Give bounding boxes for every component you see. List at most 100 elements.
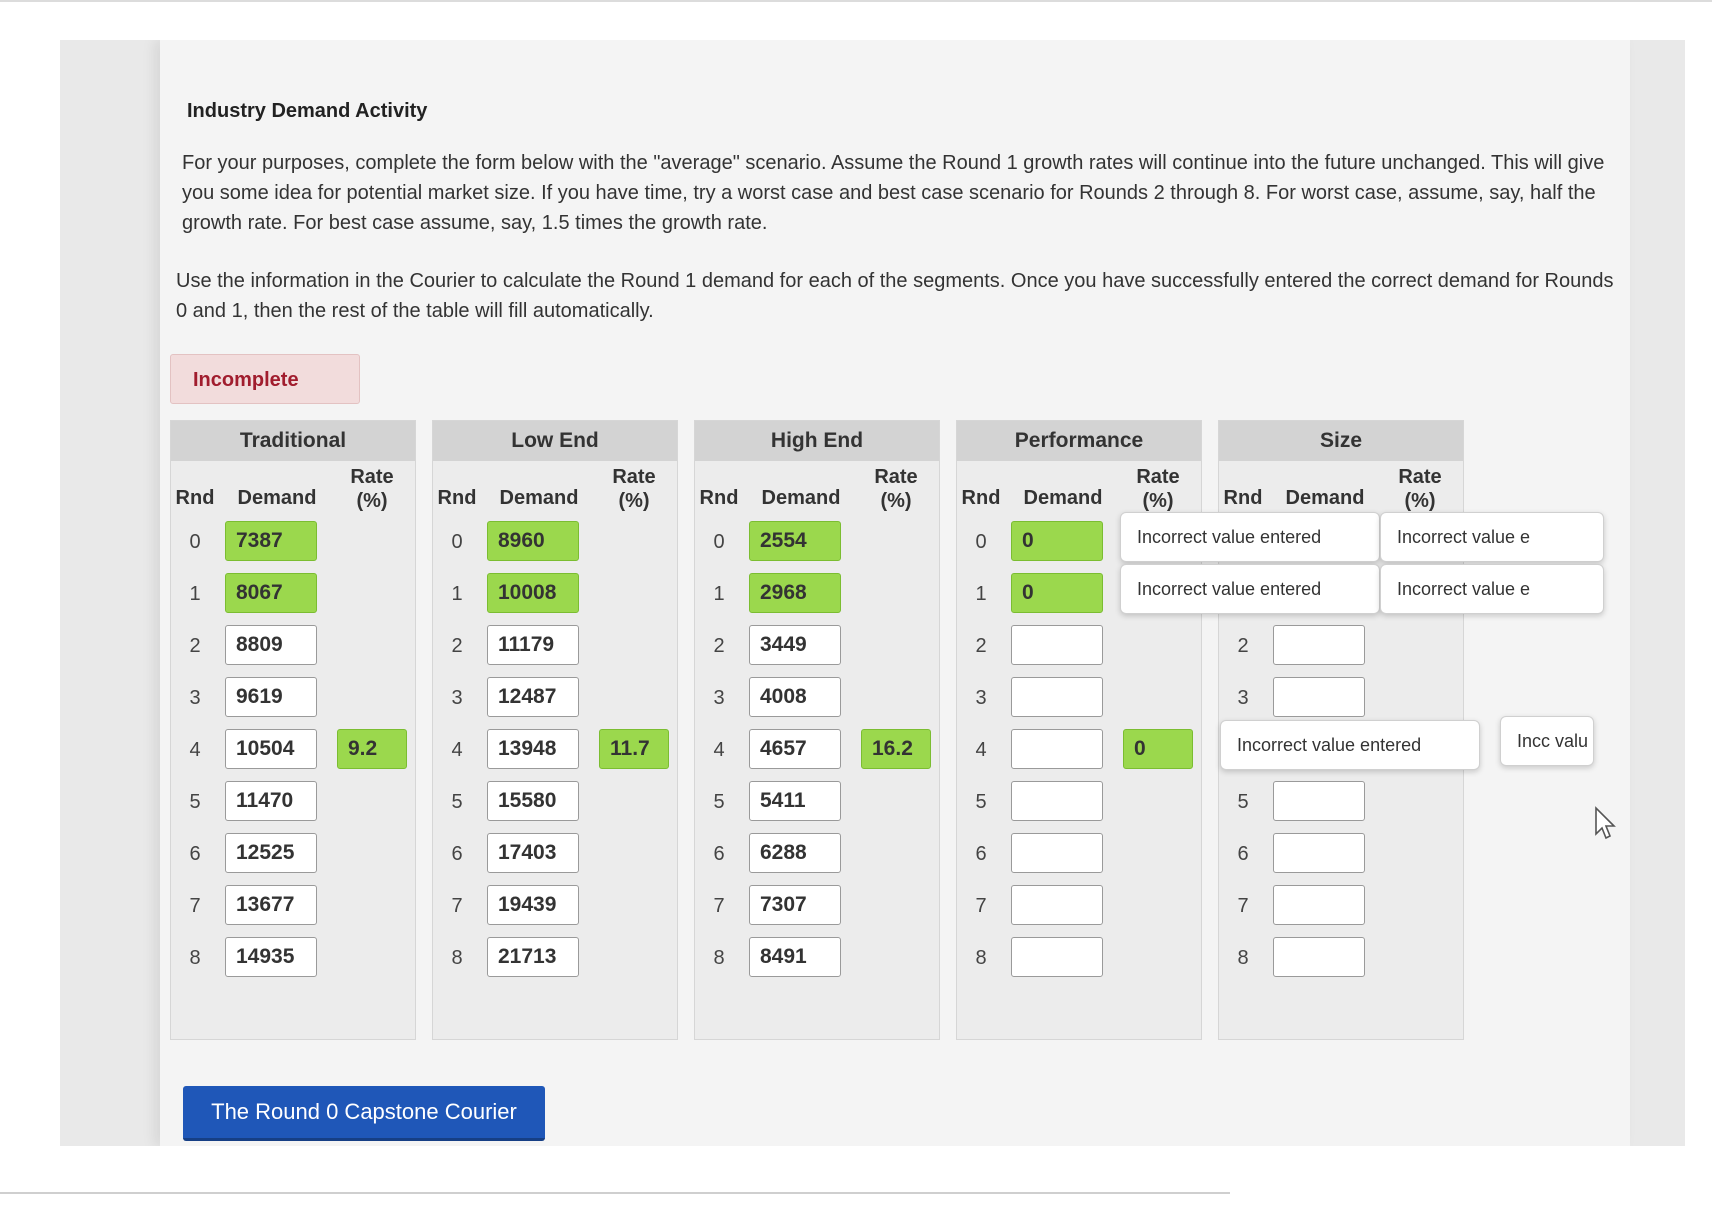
demand-input[interactable]: 7307: [749, 885, 841, 925]
rnd-header: Rnd: [1223, 487, 1263, 509]
demand-input[interactable]: [1011, 625, 1103, 665]
demand-input[interactable]: 13948: [487, 729, 579, 769]
demand-input[interactable]: [1011, 937, 1103, 977]
courier-button[interactable]: The Round 0 Capstone Courier: [183, 1086, 545, 1141]
segment-title: Size: [1219, 421, 1463, 461]
demand-input[interactable]: 5411: [749, 781, 841, 821]
demand-input[interactable]: 12525: [225, 833, 317, 873]
round-number: 5: [975, 791, 987, 813]
round-number: 5: [189, 791, 201, 813]
segment-title: High End: [695, 421, 939, 461]
round-number: 1: [713, 583, 725, 605]
demand-input[interactable]: 17403: [487, 833, 579, 873]
demand-input[interactable]: 21713: [487, 937, 579, 977]
round-number: 7: [1237, 895, 1249, 917]
demand-input[interactable]: [1273, 781, 1365, 821]
demand-input[interactable]: 0: [1011, 521, 1103, 561]
demand-input[interactable]: 3449: [749, 625, 841, 665]
activity-title: Industry Demand Activity: [187, 100, 428, 122]
round-number: 4: [451, 739, 463, 761]
rate-header: Rate (%): [1398, 466, 1442, 512]
round-number: 3: [451, 687, 463, 709]
demand-input[interactable]: [1273, 677, 1365, 717]
status-badge: Incomplete: [170, 354, 360, 404]
rnd-header: Rnd: [437, 487, 477, 509]
round-number: 0: [189, 531, 201, 553]
round-number: 0: [713, 531, 725, 553]
demand-input[interactable]: 4657: [749, 729, 841, 769]
demand-input[interactable]: 4008: [749, 677, 841, 717]
demand-input[interactable]: 10008: [487, 573, 579, 613]
round-number: 5: [451, 791, 463, 813]
growth-rate-input[interactable]: 0: [1123, 729, 1193, 769]
demand-input[interactable]: 2968: [749, 573, 841, 613]
rnd-header: Rnd: [961, 487, 1001, 509]
demand-input[interactable]: [1273, 937, 1365, 977]
bottom-divider: [0, 1192, 1230, 1194]
round-number: 1: [451, 583, 463, 605]
rnd-header: Rnd: [175, 487, 215, 509]
round-number: 5: [713, 791, 725, 813]
round-number: 6: [975, 843, 987, 865]
segment-table-high-end: High End Rnd Demand Rate (%) 0 2554 1 2968 2 3449…: [694, 420, 940, 1040]
demand-input[interactable]: 8960: [487, 521, 579, 561]
growth-rate-input[interactable]: 9.2: [337, 729, 407, 769]
segment-tables: Traditional Rnd Demand Rate (%) 0 7387 1 8067 2 8…: [140, 420, 1685, 1080]
round-number: 0: [451, 531, 463, 553]
demand-input[interactable]: 8067: [225, 573, 317, 613]
demand-input[interactable]: 7387: [225, 521, 317, 561]
error-tooltip: Incorrect value e: [1380, 564, 1604, 614]
error-tooltip: Incorrect value entered: [1220, 720, 1480, 770]
demand-input[interactable]: [1011, 781, 1103, 821]
demand-input[interactable]: [1273, 833, 1365, 873]
demand-input[interactable]: 11179: [487, 625, 579, 665]
round-number: 2: [713, 635, 725, 657]
round-number: 4: [975, 739, 987, 761]
rate-header: Rate (%): [1136, 466, 1180, 512]
demand-header: Demand: [1285, 487, 1365, 509]
round-number: 8: [451, 947, 463, 969]
top-divider: [0, 0, 1712, 2]
round-number: 3: [189, 687, 201, 709]
demand-input[interactable]: [1011, 677, 1103, 717]
demand-input[interactable]: 8491: [749, 937, 841, 977]
demand-input[interactable]: 19439: [487, 885, 579, 925]
error-tooltip: Incorrect value entered: [1120, 512, 1380, 562]
demand-input[interactable]: [1273, 625, 1365, 665]
segment-title: Performance: [957, 421, 1201, 461]
demand-input[interactable]: 13677: [225, 885, 317, 925]
instructions-paragraph-1: For your purposes, complete the form bel…: [182, 152, 1605, 234]
demand-input[interactable]: 9619: [225, 677, 317, 717]
demand-input[interactable]: 11470: [225, 781, 317, 821]
round-number: 8: [189, 947, 201, 969]
demand-input[interactable]: 0: [1011, 573, 1103, 613]
demand-input[interactable]: [1011, 833, 1103, 873]
segment-title: Low End: [433, 421, 677, 461]
growth-rate-input[interactable]: 11.7: [599, 729, 669, 769]
demand-input[interactable]: 12487: [487, 677, 579, 717]
error-tooltip: Incc valu ent: [1500, 716, 1594, 766]
demand-input[interactable]: 8809: [225, 625, 317, 665]
demand-input[interactable]: 15580: [487, 781, 579, 821]
demand-input[interactable]: [1273, 885, 1365, 925]
round-number: 7: [975, 895, 987, 917]
demand-input[interactable]: 6288: [749, 833, 841, 873]
demand-input[interactable]: [1011, 885, 1103, 925]
demand-input[interactable]: [1011, 729, 1103, 769]
round-number: 6: [189, 843, 201, 865]
demand-input[interactable]: 2554: [749, 521, 841, 561]
demand-header: Demand: [1023, 487, 1103, 509]
demand-input[interactable]: 14935: [225, 937, 317, 977]
mouse-cursor-icon: [1595, 806, 1616, 840]
round-number: 8: [713, 947, 725, 969]
error-tooltip: Incorrect value entered: [1120, 564, 1380, 614]
demand-header: Demand: [237, 487, 317, 509]
round-number: 6: [1237, 843, 1249, 865]
demand-input[interactable]: 10504: [225, 729, 317, 769]
round-number: 2: [1237, 635, 1249, 657]
growth-rate-input[interactable]: 16.2: [861, 729, 931, 769]
rate-header: Rate (%): [350, 466, 394, 512]
round-number: 7: [713, 895, 725, 917]
round-number: 2: [189, 635, 201, 657]
round-number: 6: [713, 843, 725, 865]
